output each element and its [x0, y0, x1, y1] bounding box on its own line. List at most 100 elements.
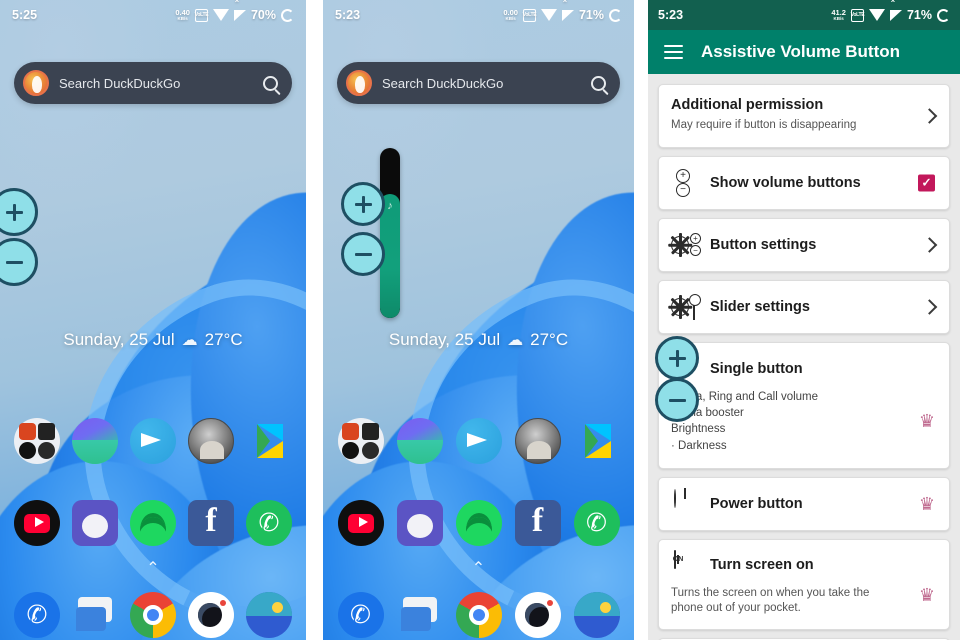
duckduckgo-icon: [346, 70, 372, 96]
widget-temperature: 27°C: [204, 330, 243, 349]
card-title: Turn screen on: [710, 556, 814, 573]
card-title: Additional permission: [671, 97, 824, 113]
screenshot-stage: 5:25 0.40 KB/s VoLTE 70% Search DuckDuck…: [0, 0, 960, 640]
app-drawer-arrow-icon[interactable]: ⌃: [323, 558, 634, 578]
card-title: Slider settings: [710, 298, 810, 315]
app-icon-youtube-music[interactable]: [14, 500, 60, 546]
premium-crown-icon: ♛: [918, 411, 935, 432]
settings-card-show-volume-buttons[interactable]: + − Show volume buttons ✓: [658, 155, 950, 210]
settings-card-power-button[interactable]: Power button ♛: [658, 476, 950, 531]
status-bar: 5:23 0.00 KB/s VoLTE 71%: [323, 0, 634, 30]
app-icon-telegram[interactable]: [130, 418, 176, 464]
dock-icon-gallery[interactable]: [246, 592, 292, 638]
dock-icon-chrome[interactable]: [130, 592, 176, 638]
dock-icon-camera[interactable]: [188, 592, 234, 638]
dock-icon-messages[interactable]: [72, 592, 118, 638]
phone-panel-app-settings: 5:23 41.2 KB/s VoLTE 71% Assistive Volum…: [648, 0, 960, 640]
signal-icon: [561, 0, 574, 21]
widget-date: Sunday, 25 Jul: [63, 330, 175, 349]
cloud-icon: ☁: [181, 332, 198, 349]
settings-card-single-button[interactable]: ↺ Single button Media, Ring and Call vol…: [658, 341, 950, 469]
dock-icon-chrome[interactable]: [455, 592, 502, 638]
search-input[interactable]: Search DuckDuckGo: [59, 76, 253, 91]
app-icon-reddit[interactable]: [396, 500, 443, 546]
battery-icon: [609, 8, 622, 22]
volume-down-floating-button[interactable]: [655, 378, 699, 422]
app-icon-gradient-app[interactable]: [72, 418, 118, 464]
dock-icon-phone[interactable]: [337, 592, 384, 638]
card-title: Show volume buttons: [710, 174, 861, 191]
volume-up-floating-button[interactable]: [341, 182, 385, 226]
gear-slider-icon: [668, 293, 701, 321]
dock-icon-messages[interactable]: [397, 592, 443, 638]
settings-card-slider-settings[interactable]: Slider settings: [658, 279, 950, 334]
status-bar: 5:23 41.2 KB/s VoLTE 71%: [648, 0, 960, 30]
app-icon-youtube-music[interactable]: [337, 500, 384, 546]
network-speed-indicator: 41.2 KB/s: [831, 8, 846, 21]
settings-card-button-settings[interactable]: + − Button settings: [658, 217, 950, 272]
date-weather-widget[interactable]: Sunday, 25 Jul ☁ 27°C: [0, 330, 306, 350]
card-title: Power button: [710, 495, 803, 512]
app-icon-folder[interactable]: [337, 418, 384, 464]
settings-card-additional-permission[interactable]: Additional permission May require if but…: [658, 84, 950, 148]
search-icon[interactable]: [263, 75, 278, 91]
app-icon-folder[interactable]: [14, 418, 60, 464]
wifi-icon: [868, 9, 885, 21]
premium-crown-icon: ♛: [918, 585, 935, 606]
phone-panel-home-left: 5:25 0.40 KB/s VoLTE 70% Search DuckDuck…: [0, 0, 306, 640]
battery-percent: 70%: [250, 8, 276, 22]
search-bar[interactable]: Search DuckDuckGo: [337, 62, 620, 104]
battery-icon: [937, 8, 950, 22]
app-row-2: f: [323, 500, 634, 546]
app-toolbar: Assistive Volume Button: [648, 30, 960, 74]
app-icon-facebook[interactable]: f: [188, 500, 234, 546]
app-icon-contact[interactable]: [188, 418, 234, 464]
search-input[interactable]: Search DuckDuckGo: [382, 76, 581, 91]
dock: [0, 592, 306, 638]
card-subtitle: Turns the screen on when you take the ph…: [671, 586, 870, 615]
sim-card-icon: VoLTE: [851, 8, 865, 22]
app-icon-phone-green[interactable]: [246, 500, 292, 546]
app-icon-gradient-app[interactable]: [396, 418, 443, 464]
app-drawer-arrow-icon[interactable]: ⌃: [0, 558, 306, 578]
wifi-icon: [212, 9, 229, 21]
battery-percent: 71%: [906, 8, 932, 22]
sim-card-icon: VoLTE: [195, 8, 209, 22]
app-icon-reddit[interactable]: [72, 500, 118, 546]
volume-slider[interactable]: ♪: [380, 148, 400, 318]
volume-up-floating-button[interactable]: [655, 336, 699, 380]
app-icon-spotify[interactable]: [455, 500, 502, 546]
battery-percent: 71%: [578, 8, 604, 22]
battery-icon: [281, 8, 294, 22]
premium-crown-icon: ♛: [918, 493, 935, 514]
gear-plus-minus-icon: + −: [668, 231, 701, 259]
dock-icon-gallery[interactable]: [573, 592, 620, 638]
dock-icon-camera[interactable]: [514, 592, 561, 638]
app-icon-play-store[interactable]: [246, 418, 292, 464]
wifi-icon: [540, 9, 557, 21]
search-bar[interactable]: Search DuckDuckGo: [14, 62, 292, 104]
network-speed-indicator: 0.00 KB/s: [503, 8, 518, 21]
date-weather-widget[interactable]: Sunday, 25 Jul ☁ 27°C: [323, 330, 634, 350]
app-icon-play-store[interactable]: [574, 418, 620, 464]
phone-panel-home-middle: 5:23 0.00 KB/s VoLTE 71% Search DuckDuck…: [323, 0, 634, 640]
settings-card-turn-screen-on[interactable]: ON Turn screen on Turns the screen on wh…: [658, 538, 950, 630]
card-title: Button settings: [710, 236, 817, 253]
app-icon-contact[interactable]: [514, 418, 561, 464]
hamburger-icon[interactable]: [664, 45, 683, 59]
search-icon[interactable]: [591, 75, 606, 91]
status-time: 5:25: [12, 8, 38, 22]
duckduckgo-icon: [23, 70, 49, 96]
signal-icon: [889, 0, 902, 21]
app-icon-phone-green[interactable]: [573, 500, 620, 546]
app-row-1: [323, 418, 634, 464]
volume-down-floating-button[interactable]: [341, 232, 385, 276]
app-icon-facebook[interactable]: f: [514, 500, 561, 546]
dock-icon-phone[interactable]: [14, 592, 60, 638]
card-title: Single button: [710, 360, 803, 377]
status-bar: 5:25 0.40 KB/s VoLTE 70%: [0, 0, 306, 30]
app-icon-spotify[interactable]: [130, 500, 176, 546]
app-icon-telegram[interactable]: [455, 418, 502, 464]
show-volume-buttons-checkbox[interactable]: ✓: [918, 174, 935, 192]
feature-line: Brightness: [671, 423, 726, 436]
